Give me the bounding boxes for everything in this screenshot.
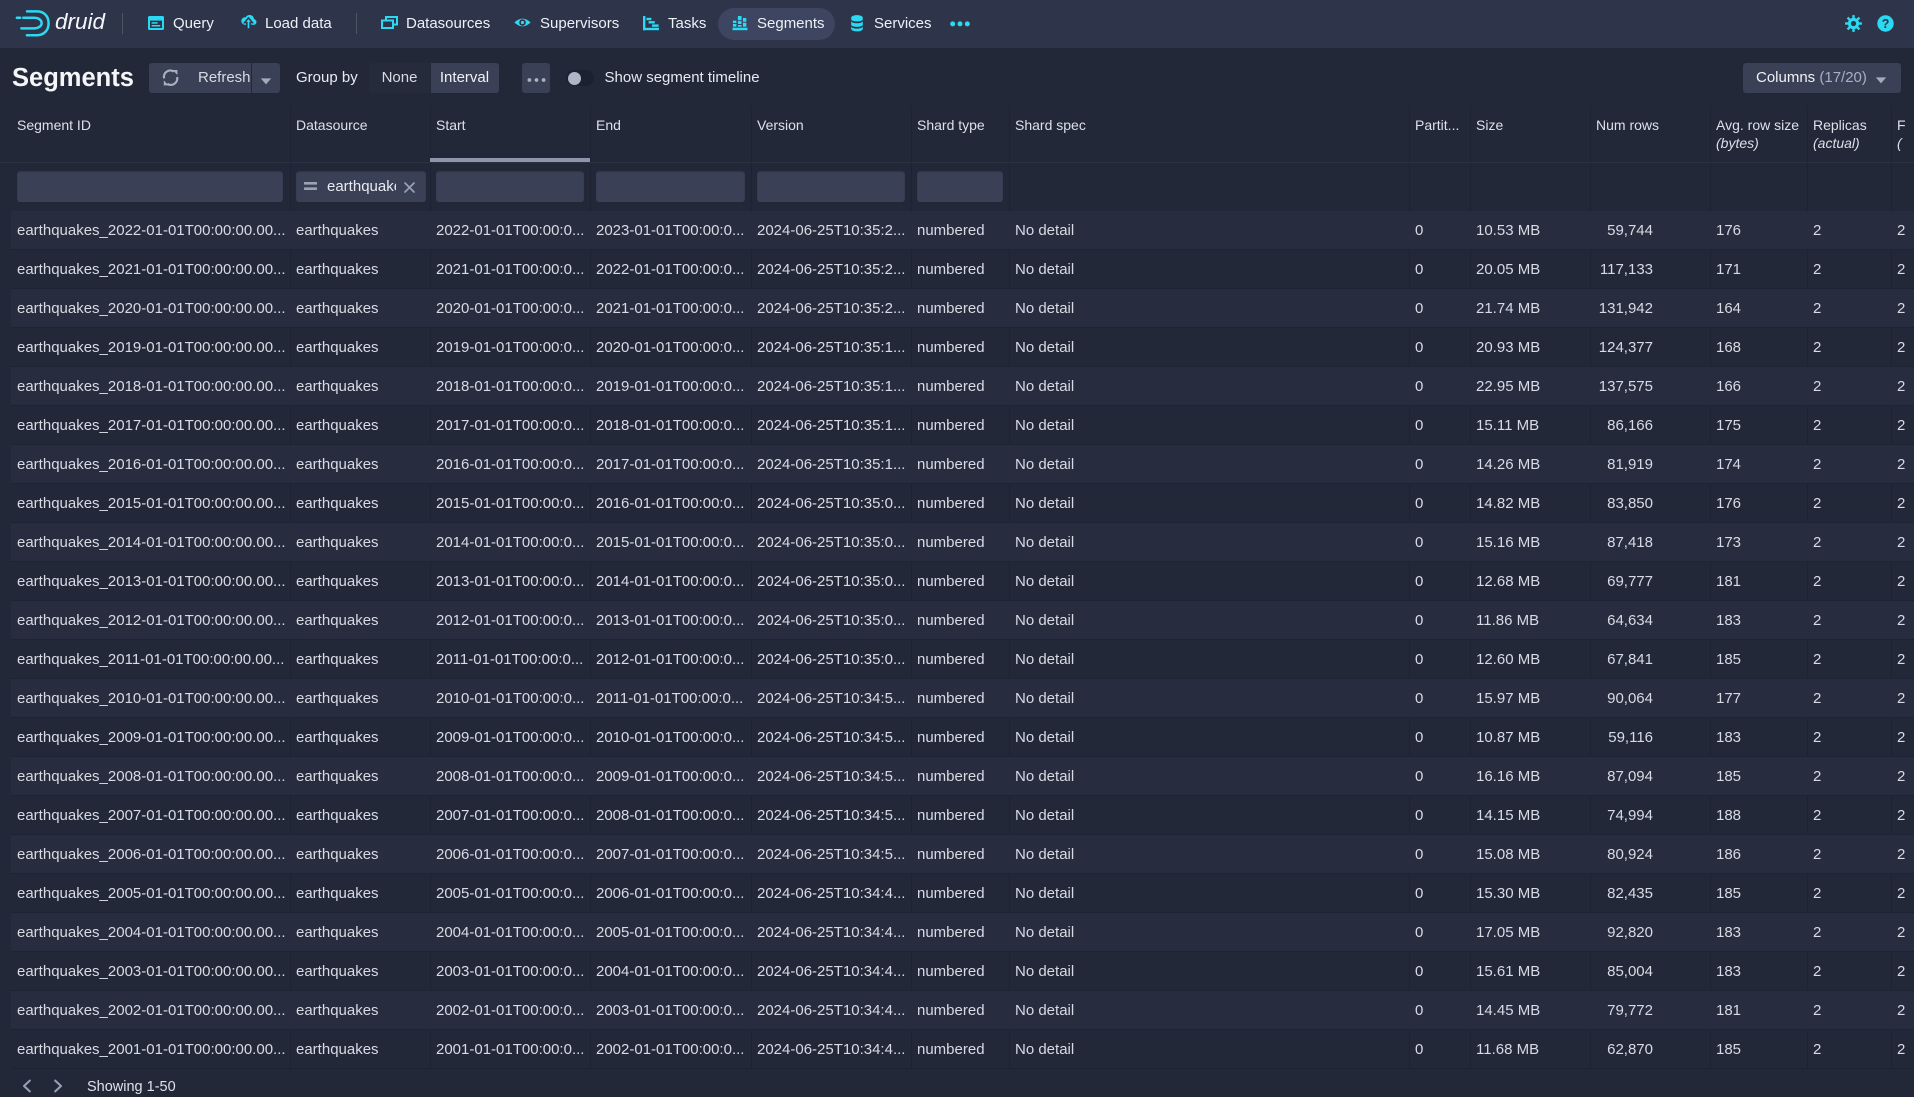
svg-text:?: ? — [1882, 16, 1890, 30]
